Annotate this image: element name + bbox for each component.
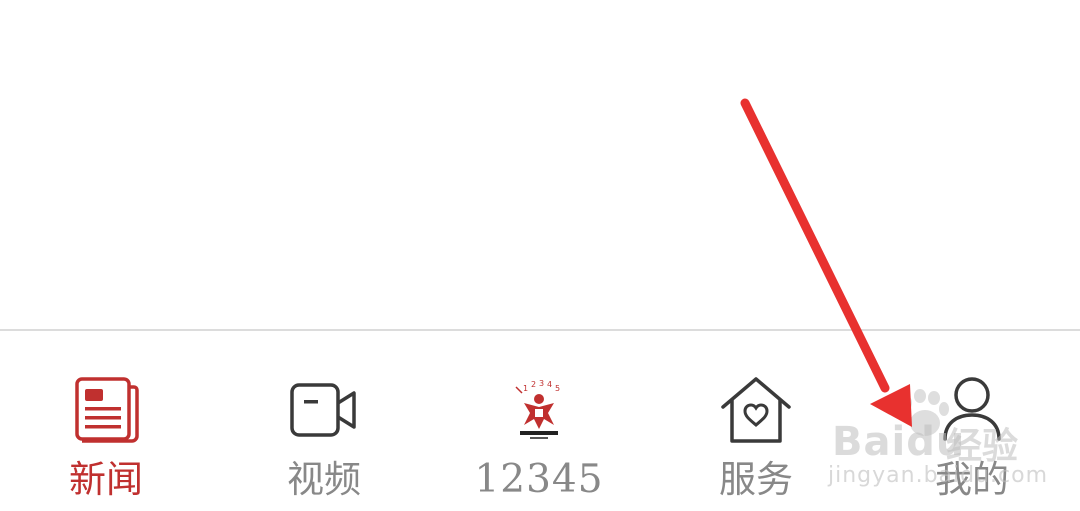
house-heart-icon xyxy=(719,373,793,447)
user-icon xyxy=(935,373,1009,447)
tab-mine[interactable]: 我的 xyxy=(887,331,1057,511)
logo-digit-1: 1 xyxy=(523,384,528,393)
video-camera-icon xyxy=(287,373,361,447)
logo-digit-4: 4 xyxy=(547,380,552,389)
hotline-logo-icon: 1 2 3 4 5 xyxy=(502,373,576,447)
tab-mine-label: 我的 xyxy=(935,458,1009,501)
tab-news-label: 新闻 xyxy=(69,458,143,501)
tab-video-label: 视频 xyxy=(287,458,361,501)
newspaper-icon xyxy=(69,373,143,447)
tab-news[interactable]: 新闻 xyxy=(21,331,191,511)
tab-video[interactable]: 视频 xyxy=(239,331,409,511)
logo-digit-3: 3 xyxy=(539,379,544,388)
tab-12345-label: 12345 xyxy=(474,457,604,502)
content-area xyxy=(0,0,1080,329)
tab-service-label: 服务 xyxy=(719,458,793,501)
logo-digit-2: 2 xyxy=(531,380,536,389)
tab-12345[interactable]: 1 2 3 4 5 12345 xyxy=(454,331,624,511)
tab-service[interactable]: 服务 xyxy=(671,331,841,511)
bottom-tab-bar: 新闻 视频 1 2 3 4 5 12345 服务 我的 xyxy=(0,331,1080,511)
logo-digit-5: 5 xyxy=(555,384,560,393)
